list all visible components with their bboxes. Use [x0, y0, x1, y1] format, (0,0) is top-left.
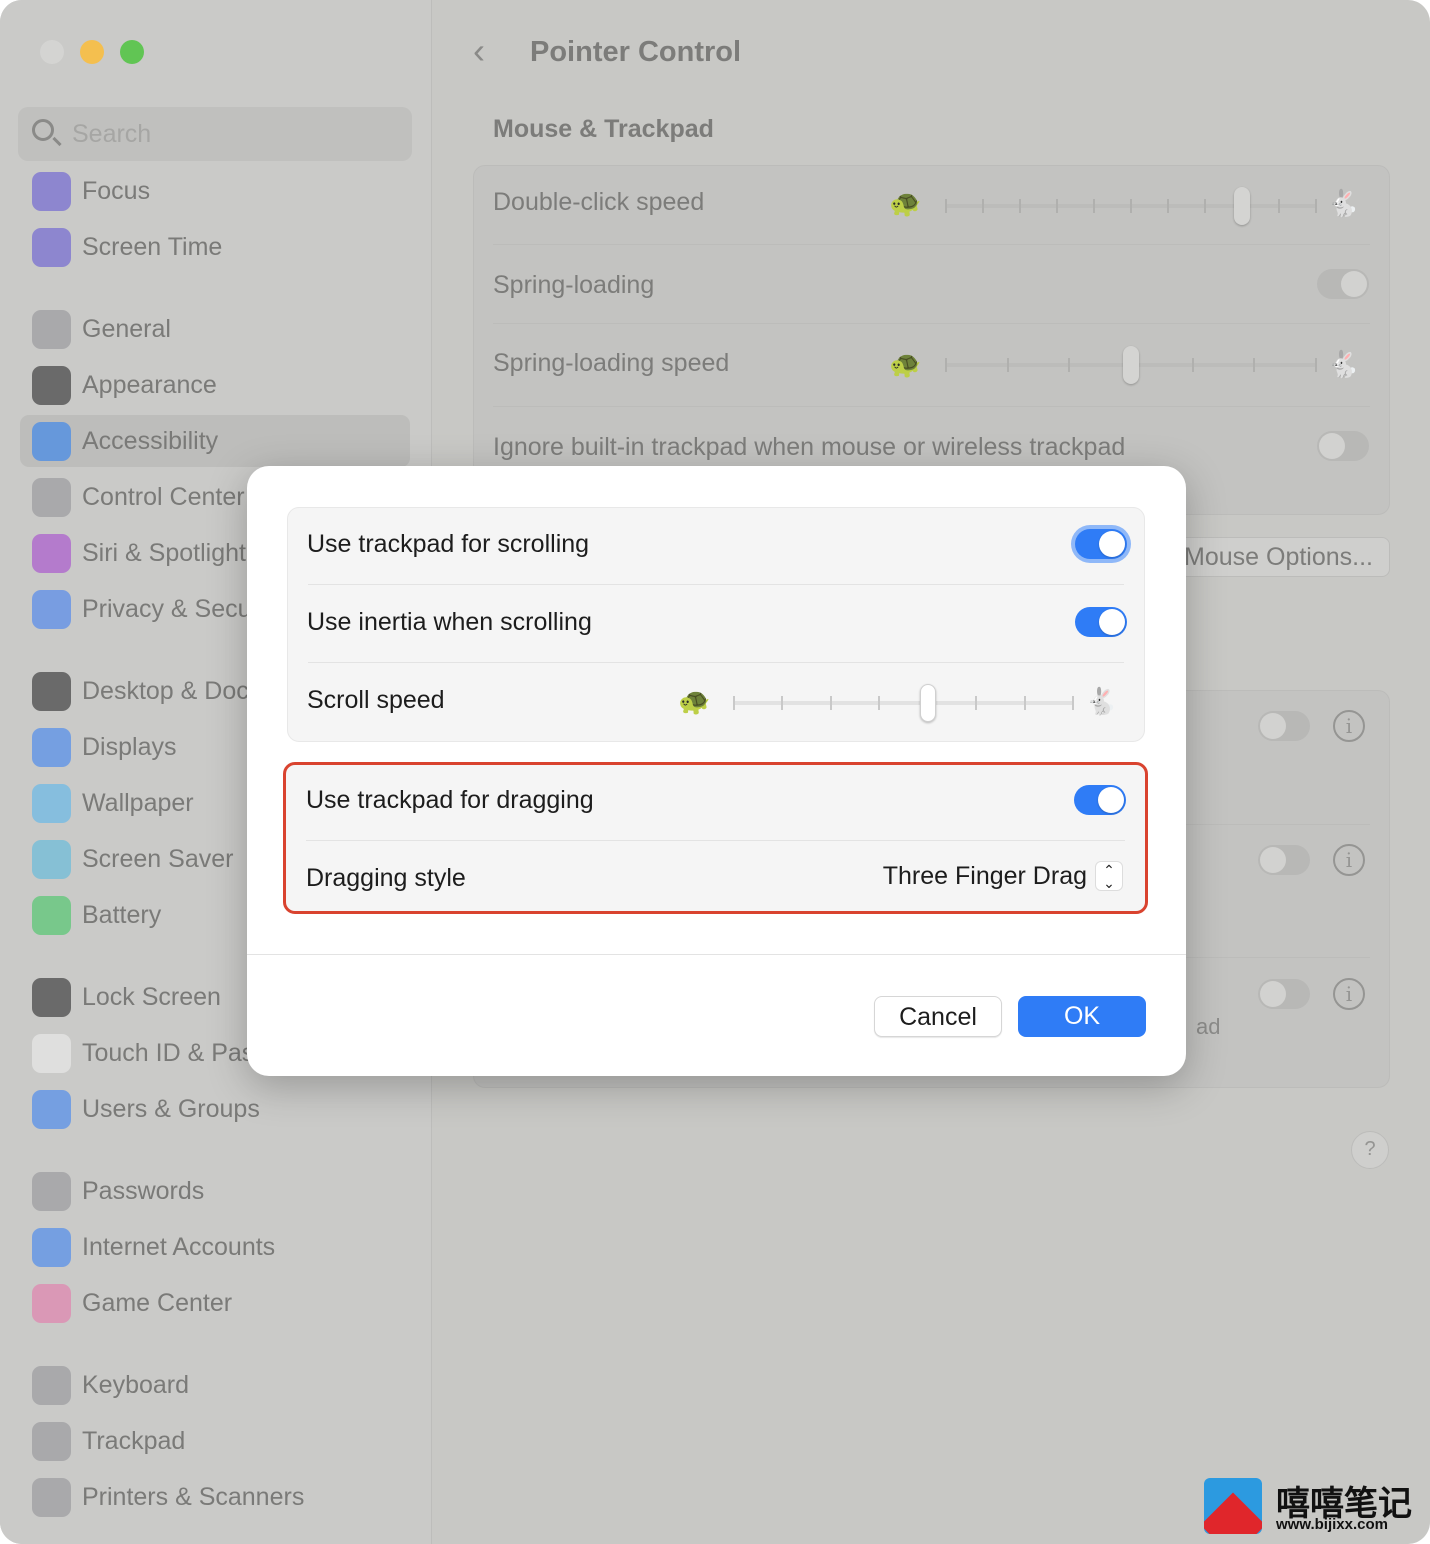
trackpad-options-dialog: Use trackpad for scrolling Use inertia w… [247, 466, 1186, 1076]
scrolling-toggle[interactable] [1075, 529, 1127, 559]
dragging-label: Use trackpad for dragging [306, 786, 594, 814]
dragging-style-value: Three Finger Drag [882, 861, 1087, 890]
slider-tick [1072, 696, 1074, 710]
chevron-up-down-icon: ⌃ ⌄ [1095, 861, 1123, 891]
slider-knob[interactable] [919, 684, 936, 722]
scroll-speed-slider[interactable] [733, 684, 1074, 722]
dragging-toggle[interactable] [1074, 785, 1126, 815]
dragging-style-label: Dragging style [306, 864, 466, 892]
scrolling-label: Use trackpad for scrolling [307, 530, 590, 558]
scrolling-group: Use trackpad for scrolling Use inertia w… [287, 507, 1145, 742]
watermark-logo: 嘻嘻笔记 www.bijixx.com [1204, 1476, 1424, 1536]
cancel-button[interactable]: Cancel [874, 996, 1002, 1037]
dragging-group-highlighted: Use trackpad for dragging Dragging style… [283, 762, 1148, 914]
slider-tick [878, 696, 881, 710]
slider-tick [1023, 696, 1026, 710]
ok-button[interactable]: OK [1018, 996, 1146, 1037]
slider-tick [829, 696, 832, 710]
rabbit-icon: 🐇 [1085, 686, 1118, 716]
watermark-url: www.bijixx.com [1276, 1516, 1388, 1533]
slider-tick [975, 696, 978, 710]
scroll-speed-label: Scroll speed [307, 686, 445, 714]
inertia-toggle[interactable] [1075, 607, 1127, 637]
turtle-icon: 🐢 [678, 686, 711, 716]
inertia-label: Use inertia when scrolling [307, 608, 592, 636]
slider-tick [781, 696, 784, 710]
divider [247, 954, 1186, 955]
dragging-style-popup[interactable]: Three Finger Drag ⌃ ⌄ [883, 861, 1123, 891]
slider-tick [733, 696, 735, 710]
